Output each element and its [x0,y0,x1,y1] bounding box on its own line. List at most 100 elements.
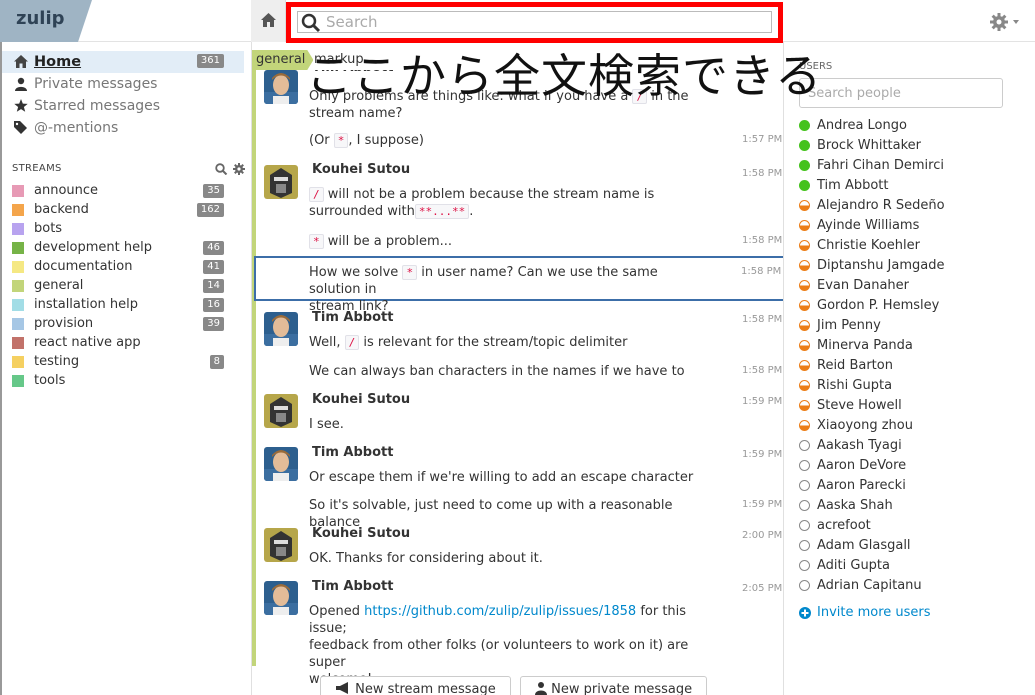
user-list-item[interactable]: Alejandro R Sedeño [799,196,1035,216]
stream-item-react-native-app[interactable]: react native app [2,334,244,353]
user-list-item[interactable]: Christie Koehler [799,236,1035,256]
user-name[interactable]: Christie Koehler [817,237,920,254]
user-list-item[interactable]: Steve Howell [799,396,1035,416]
message[interactable]: Kouhei Sutou 2:00 PM OK. Thanks for cons… [256,526,783,570]
new-private-message-button[interactable]: New private message [520,676,708,695]
nav-home[interactable]: Home 361 [2,51,244,73]
user-list-item[interactable]: Aakash Tyagi [799,436,1035,456]
stream-name[interactable]: testing [34,354,79,370]
user-name[interactable]: Andrea Longo [817,117,907,134]
user-list-item[interactable]: Aaron Parecki [799,476,1035,496]
sender-name[interactable]: Tim Abbott [312,445,393,460]
user-name[interactable]: Adrian Capitanu [817,577,922,594]
sender-name[interactable]: Kouhei Sutou [312,392,410,407]
user-list-item[interactable]: Tim Abbott [799,176,1035,196]
stream-search-icon[interactable] [215,163,229,175]
stream-name[interactable]: backend [34,202,89,218]
user-list-item[interactable]: Diptanshu Jamgade [799,256,1035,276]
user-name[interactable]: Steve Howell [817,397,902,414]
user-list-item[interactable]: Ayinde Williams [799,216,1035,236]
nav-mentions[interactable]: @-mentions [2,117,244,139]
user-list-item[interactable]: Aaska Shah [799,496,1035,516]
user-name[interactable]: Minerva Panda [817,337,913,354]
stream-name[interactable]: installation help [34,297,138,313]
message[interactable]: Kouhei Sutou 1:58 PM / will not be a pro… [256,162,783,222]
message-timestamp[interactable]: 1:57 PM [742,134,782,145]
search-input[interactable]: Search [326,12,378,32]
logo-text[interactable]: zulip [16,8,65,29]
message-timestamp[interactable]: 1:58 PM [742,235,782,246]
sender-name[interactable]: Kouhei Sutou [312,526,410,541]
stream-item-development-help[interactable]: development help 46 [2,239,244,258]
stream-item-provision[interactable]: provision 39 [2,315,244,334]
user-list-item[interactable]: Jim Penny [799,316,1035,336]
user-name[interactable]: Aaron Parecki [817,477,906,494]
search-bar[interactable]: Search [297,11,772,33]
message[interactable]: Tim Abbott 2:05 PM Opened https://github… [256,579,783,687]
user-list-item[interactable]: Brock Whittaker [799,136,1035,156]
user-list-item[interactable]: Aditi Gupta [799,556,1035,576]
avatar[interactable] [264,70,298,104]
user-search-input[interactable]: Search people [799,78,1003,108]
nav-home-label[interactable]: Home [34,53,81,71]
message[interactable]: (Or *, I suppose) 1:57 PM [256,132,783,158]
user-name[interactable]: Aditi Gupta [817,557,890,574]
user-list-item[interactable]: Adrian Capitanu [799,576,1035,596]
stream-name[interactable]: announce [34,183,98,199]
avatar[interactable] [264,394,298,428]
avatar[interactable] [264,447,298,481]
stream-name[interactable]: documentation [34,259,132,275]
nav-starred-messages-label[interactable]: Starred messages [34,97,160,115]
nav-private-messages-label[interactable]: Private messages [34,75,157,93]
user-name[interactable]: Alejandro R Sedeño [817,197,945,214]
sender-name[interactable]: Tim Abbott [312,310,393,325]
stream-name[interactable]: react native app [34,335,141,351]
stream-item-bots[interactable]: bots [2,220,244,239]
user-name[interactable]: Fahri Cihan Demirci [817,157,944,174]
stream-item-general[interactable]: general 14 [2,277,244,296]
user-name[interactable]: Tim Abbott [817,177,889,194]
stream-item-installation-help[interactable]: installation help 16 [2,296,244,315]
stream-name[interactable]: general [34,278,83,294]
user-name[interactable]: Aakash Tyagi [817,437,902,454]
search-icon[interactable] [301,13,321,33]
sender-name[interactable]: Kouhei Sutou [312,162,410,177]
stream-name[interactable]: tools [34,373,65,389]
message-timestamp[interactable]: 2:00 PM [742,530,782,541]
message[interactable]: * will be a problem... 1:58 PM [256,233,783,255]
stream-settings-gear-icon[interactable] [233,163,245,175]
user-list-item[interactable]: Minerva Panda [799,336,1035,356]
avatar[interactable] [264,165,298,199]
user-name[interactable]: Brock Whittaker [817,137,921,154]
user-list-item[interactable]: Reid Barton [799,356,1035,376]
message-timestamp[interactable]: 1:59 PM [742,499,782,510]
user-list-item[interactable]: Xiaoyong zhou [799,416,1035,436]
new-stream-message-button[interactable]: New stream message [320,676,511,695]
stream-item-backend[interactable]: backend 162 [2,201,244,220]
user-name[interactable]: Evan Danaher [817,277,909,294]
stream-name[interactable]: provision [34,316,93,332]
settings-gear-icon[interactable] [990,13,1022,33]
user-name[interactable]: Diptanshu Jamgade [817,257,945,274]
stream-label[interactable]: general [252,50,314,70]
message-timestamp[interactable]: 1:59 PM [742,449,782,460]
user-list-item[interactable]: Fahri Cihan Demirci [799,156,1035,176]
avatar[interactable] [264,528,298,562]
issue-link[interactable]: https://github.com/zulip/zulip/issues/18… [364,604,636,619]
home-button[interactable] [251,0,286,42]
message[interactable]: Tim Abbott 1:59 PM Or escape them if we'… [256,445,783,489]
avatar[interactable] [264,312,298,346]
user-name[interactable]: Rishi Gupta [817,377,892,394]
user-name[interactable]: Ayinde Williams [817,217,919,234]
message-selected[interactable]: How we solve * in user name? Can we use … [254,256,783,314]
stream-item-tools[interactable]: tools [2,372,244,391]
stream-item-documentation[interactable]: documentation 41 [2,258,244,277]
message[interactable]: We can always ban characters in the name… [256,363,783,385]
user-list-item[interactable]: Rishi Gupta [799,376,1035,396]
stream-item-announce[interactable]: announce 35 [2,182,244,201]
nav-private-messages[interactable]: Private messages [2,73,244,95]
user-list-item[interactable]: Evan Danaher [799,276,1035,296]
user-name[interactable]: Xiaoyong zhou [817,417,913,434]
sender-name[interactable]: Tim Abbott [312,579,393,594]
logo[interactable]: zulip [0,0,92,42]
